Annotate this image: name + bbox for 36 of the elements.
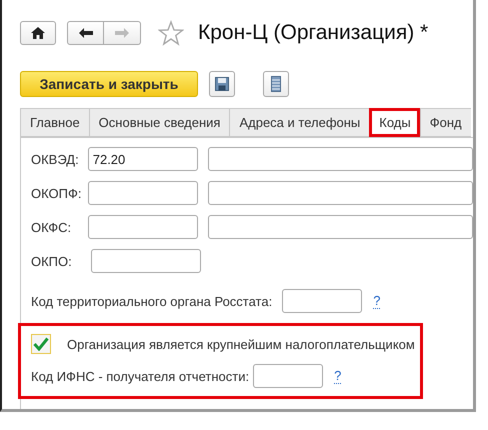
- description-field[interactable]: [208, 147, 473, 171]
- code-field[interactable]: [88, 215, 198, 239]
- code-field[interactable]: 72.20: [88, 147, 198, 171]
- save-button[interactable]: [209, 71, 235, 97]
- tab[interactable]: Фонд: [420, 108, 471, 137]
- description-field[interactable]: [208, 181, 473, 205]
- field-label: ОКФС:: [31, 220, 72, 234]
- rosstat-code-field[interactable]: [282, 289, 362, 313]
- help-link[interactable]: ?: [334, 368, 342, 384]
- field-label: Код территориального органа Росстата:: [31, 294, 272, 308]
- window-title: Крон-Ц (Организация) *: [198, 21, 428, 45]
- home-icon: [31, 27, 45, 39]
- tab[interactable]: Адреса и телефоны: [229, 108, 370, 137]
- checkmark-icon: [33, 337, 49, 351]
- list-button[interactable]: [263, 71, 289, 97]
- field-label: ОКОПФ:: [31, 186, 82, 200]
- code-field[interactable]: [91, 249, 201, 273]
- star-icon[interactable]: [158, 20, 184, 46]
- field-label: ОКПО:: [31, 254, 73, 268]
- back-button[interactable]: [67, 21, 104, 45]
- checkbox[interactable]: [31, 334, 51, 354]
- checkbox-label: Организация является крупнейшим налогоплательщиком: [67, 336, 415, 352]
- tab[interactable]: Главное: [20, 108, 89, 137]
- help-link[interactable]: ?: [373, 294, 380, 308]
- tab[interactable]: Основные сведения: [88, 108, 230, 137]
- home-button[interactable]: [20, 21, 56, 45]
- forward-arrow-icon: [114, 27, 130, 39]
- list-icon: [271, 76, 281, 92]
- field-label: Код ИФНС - получателя отчетности:: [31, 368, 250, 384]
- back-arrow-icon: [78, 27, 94, 39]
- code-field[interactable]: [88, 181, 198, 205]
- tab[interactable]: Коды: [369, 108, 420, 137]
- field-label: ОКВЭД:: [31, 152, 80, 166]
- ifns-code-field[interactable]: [253, 364, 324, 388]
- save-and-close-button[interactable]: Записать и закрыть: [20, 71, 198, 97]
- description-field[interactable]: [208, 215, 473, 239]
